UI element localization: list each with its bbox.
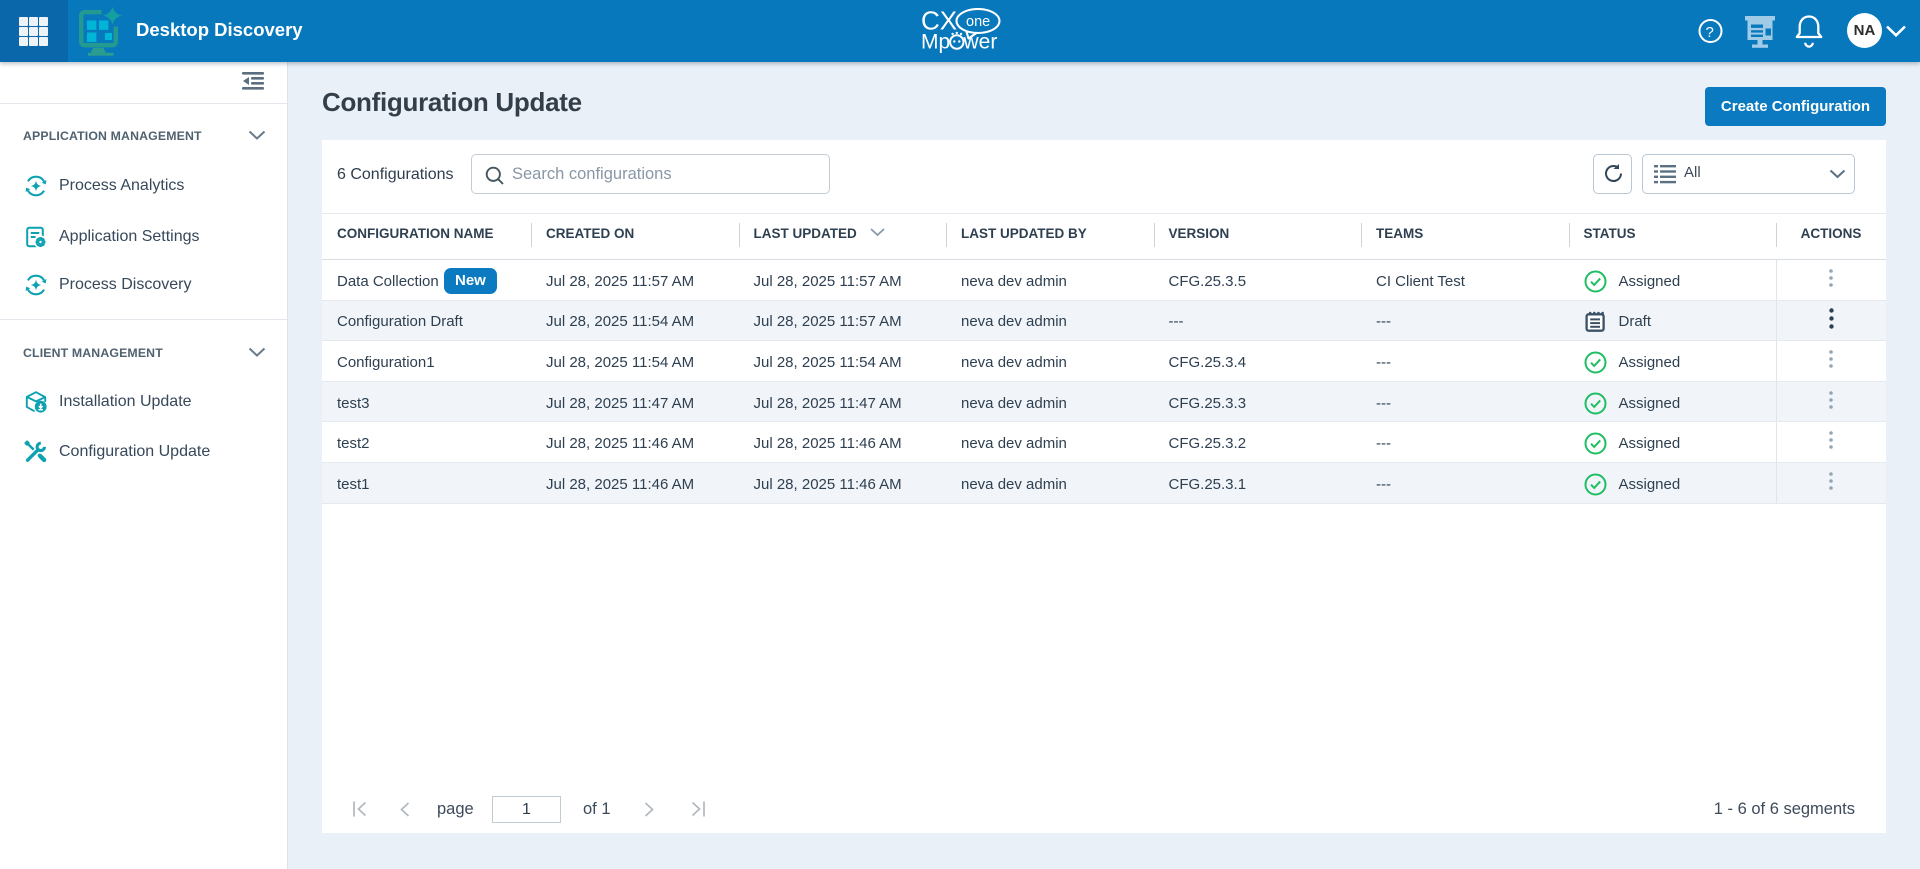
svg-text:?: ? <box>1706 24 1714 41</box>
svg-text:one: one <box>966 14 990 30</box>
svg-text:Mp: Mp <box>921 31 950 54</box>
svg-text:wer: wer <box>963 31 998 54</box>
